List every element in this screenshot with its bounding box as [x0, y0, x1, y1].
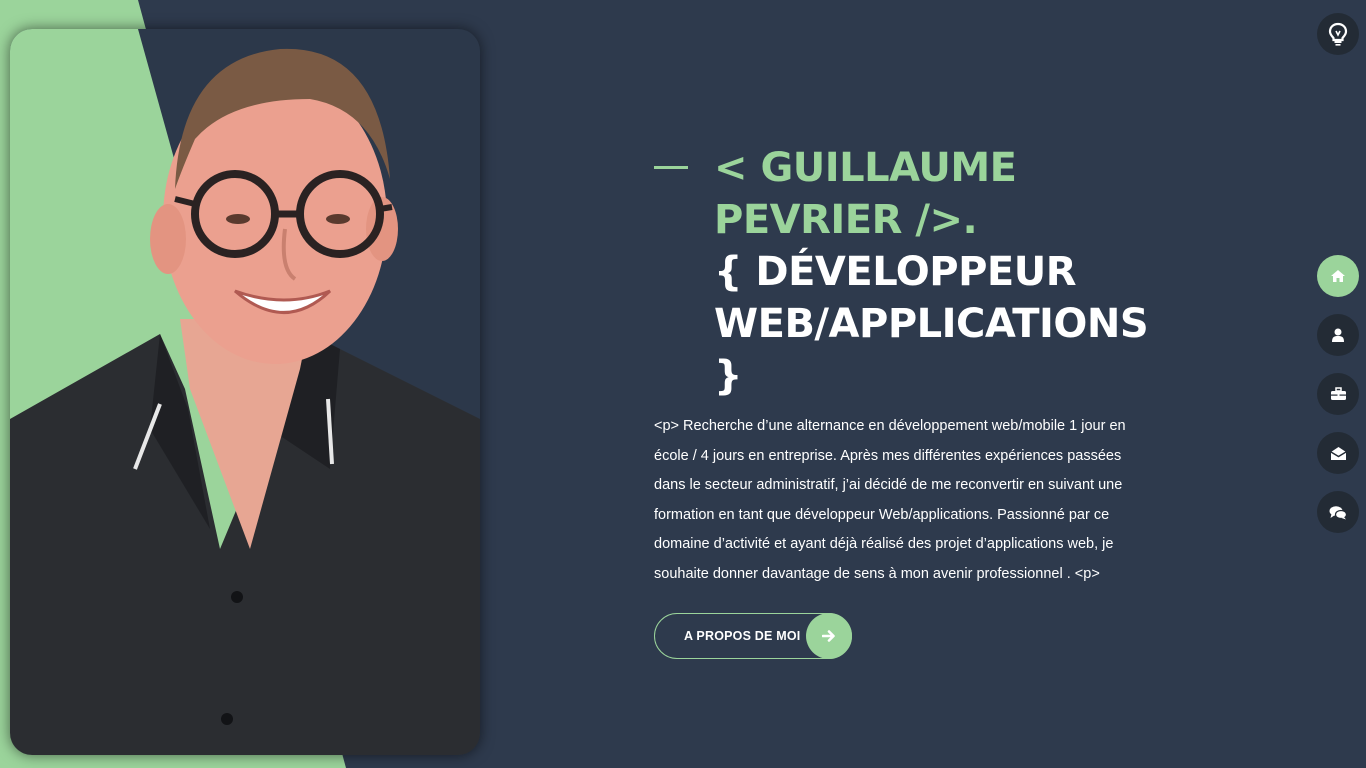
nav-blog-button[interactable]	[1317, 491, 1359, 533]
nav-about-button[interactable]	[1317, 314, 1359, 356]
portrait-illustration	[10, 29, 480, 755]
lightbulb-icon	[1328, 22, 1348, 46]
nav-home-button[interactable]	[1317, 255, 1359, 297]
theme-toggle-button[interactable]	[1317, 13, 1359, 55]
envelope-open-icon	[1330, 446, 1346, 460]
hero-section: < GUILLAUME PEVRIER />. { DÉVELOPPEUR WE…	[654, 142, 1174, 659]
about-me-button[interactable]: A PROPOS DE MOI	[654, 613, 852, 659]
nav-contact-button[interactable]	[1317, 432, 1359, 474]
arrow-right-icon	[806, 613, 852, 659]
role-heading: { DÉVELOPPEUR WEB/APPLICATIONS }	[714, 249, 1149, 399]
profile-photo	[10, 29, 480, 755]
comments-icon	[1329, 505, 1347, 519]
user-icon	[1332, 328, 1344, 342]
intro-paragraph: <p> Recherche d’une alternance en dévelo…	[654, 418, 1126, 582]
home-icon	[1331, 270, 1345, 282]
nav-portfolio-button[interactable]	[1317, 373, 1359, 415]
briefcase-icon	[1330, 387, 1346, 400]
accent-dash	[654, 166, 688, 169]
about-me-label: A PROPOS DE MOI	[684, 629, 801, 643]
name-heading: < GUILLAUME PEVRIER />.	[714, 145, 1017, 243]
home-page: < GUILLAUME PEVRIER />. { DÉVELOPPEUR WE…	[0, 0, 1366, 768]
side-navigation	[1317, 255, 1359, 550]
page-title: < GUILLAUME PEVRIER />. { DÉVELOPPEUR WE…	[714, 142, 1174, 402]
